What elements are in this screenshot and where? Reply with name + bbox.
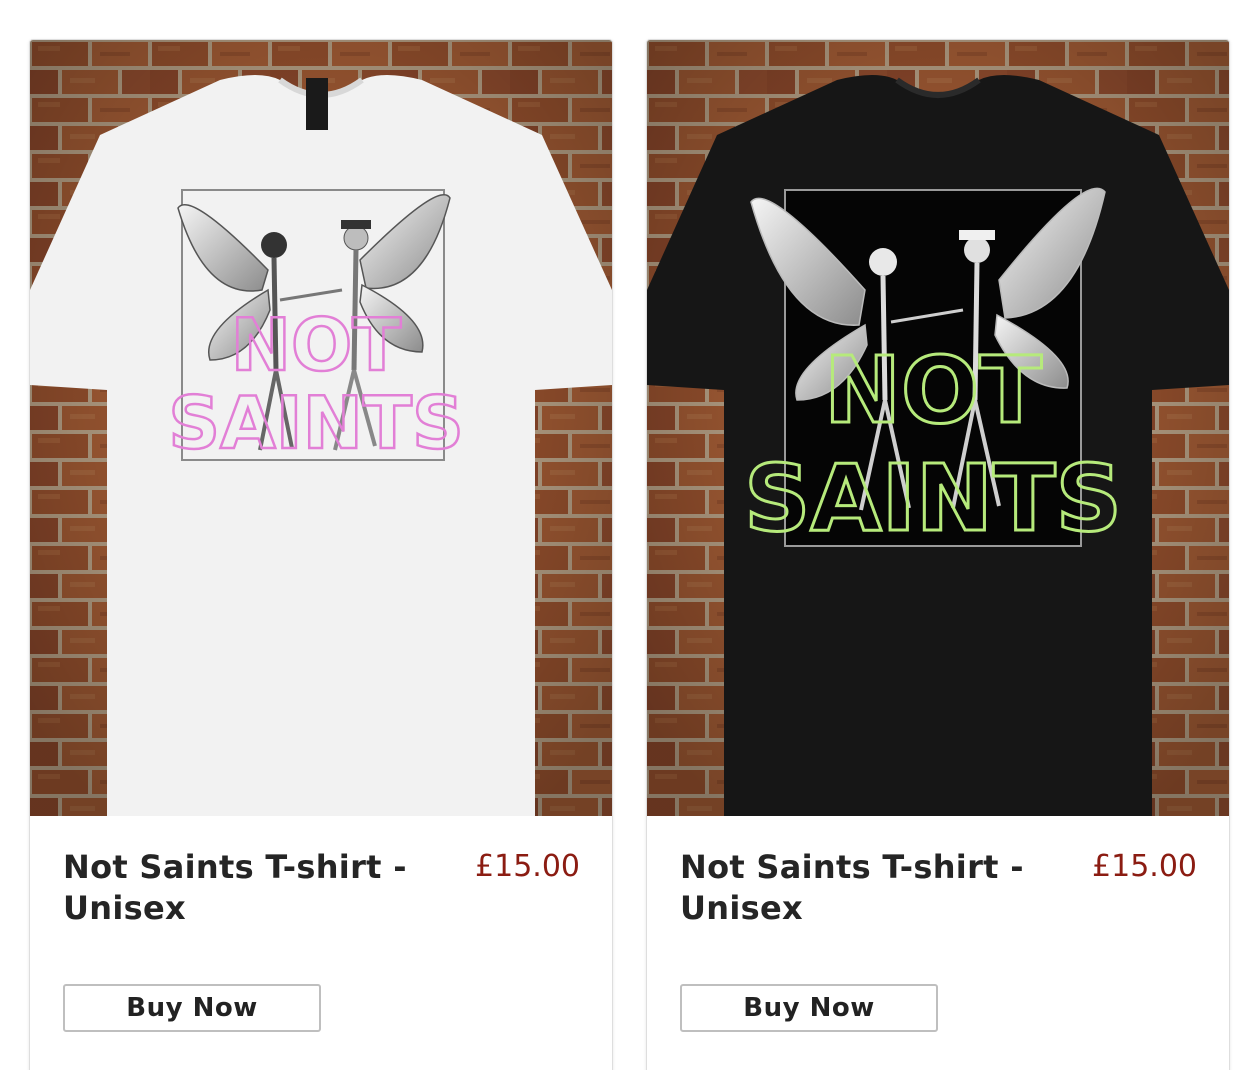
product-image[interactable]: NOT SAINTS: [647, 40, 1229, 816]
print-text-bottom: SAINTS: [744, 445, 1122, 552]
product-info: Not Saints T-shirt - Unisex £15.00 Buy N…: [647, 816, 1229, 1070]
print-text-top: NOT: [231, 303, 402, 387]
print-text-top: NOT: [824, 337, 1042, 444]
product-card: NOT SAINTS Not Saints T-shirt - Unisex £…: [29, 39, 613, 1070]
print-text-bottom: SAINTS: [168, 381, 464, 465]
product-image[interactable]: NOT SAINTS: [30, 40, 612, 816]
buy-now-button[interactable]: Buy Now: [63, 984, 321, 1032]
product-title[interactable]: Not Saints T-shirt - Unisex: [680, 847, 1040, 929]
product-title[interactable]: Not Saints T-shirt - Unisex: [63, 847, 423, 929]
product-info: Not Saints T-shirt - Unisex £15.00 Buy N…: [30, 816, 612, 1070]
buy-now-button[interactable]: Buy Now: [680, 984, 938, 1032]
product-price: £15.00: [475, 849, 580, 884]
garment-tag: [306, 78, 328, 130]
product-price: £15.00: [1092, 849, 1197, 884]
product-card: NOT SAINTS Not Saints T-shirt - Unisex £…: [646, 39, 1230, 1070]
